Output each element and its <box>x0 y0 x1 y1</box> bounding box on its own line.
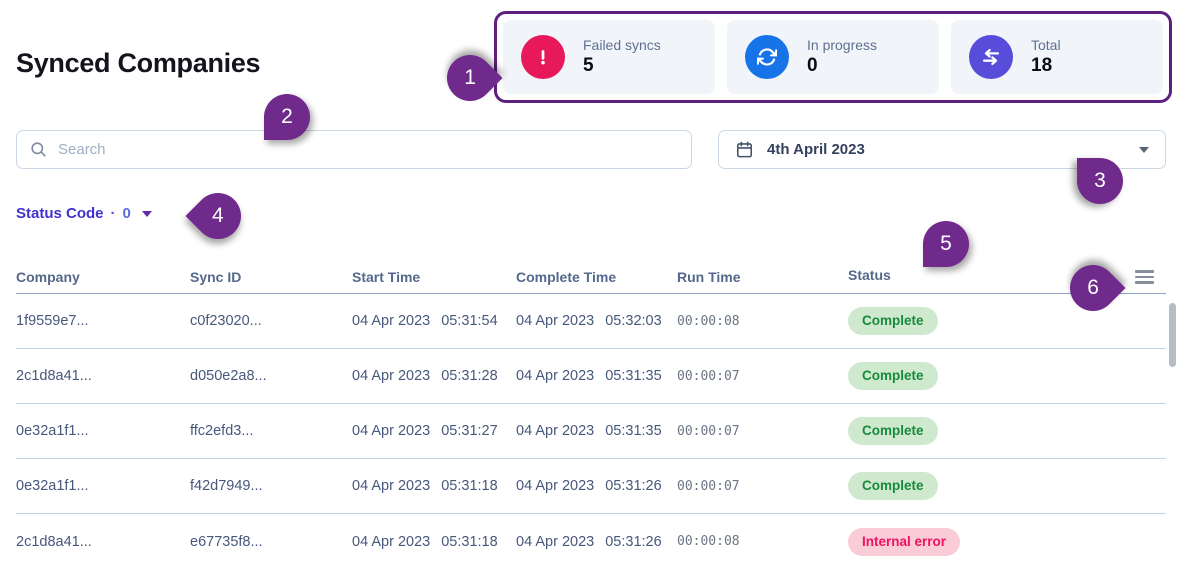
sync-id-cell: ffc2efd3... <box>190 423 254 439</box>
table-row: 2c1d8a41... d050e2a8... 04 Apr 2023 05:31… <box>16 349 1166 404</box>
annotation-marker-1: 1 <box>437 45 503 111</box>
failed-syncs-label: Failed syncs <box>583 37 661 53</box>
caret-down-icon <box>141 210 152 217</box>
status-code-filter-label: Status Code <box>16 205 104 222</box>
table-row: 0e32a1f1... ffc2efd3... 04 Apr 2023 05:31… <box>16 404 1166 459</box>
sync-icon <box>745 35 789 79</box>
annotation-marker-3: 3 <box>1077 158 1123 204</box>
sync-id-cell: e67735f8... <box>190 533 263 550</box>
sync-id-cell: c0f23020... <box>190 313 262 329</box>
total-card: Total 18 <box>951 20 1163 94</box>
status-badge: Internal error <box>848 527 961 556</box>
company-cell: 1f9559e7... <box>16 313 89 329</box>
sync-id-cell: f42d7949... <box>190 478 263 494</box>
menu-icon[interactable] <box>1135 267 1154 287</box>
table-header-row: Company Sync ID Start Time Complete Time… <box>16 261 1166 294</box>
status-badge: Complete <box>848 417 938 445</box>
start-time-cell: 04 Apr 2023 05:31:18 <box>352 478 498 494</box>
status-cell: Complete <box>848 417 1166 445</box>
start-time-cell: 04 Apr 2023 05:31:28 <box>352 368 498 384</box>
start-time-cell: 04 Apr 2023 05:31:27 <box>352 423 498 439</box>
status-badge: Complete <box>848 472 938 500</box>
table-row: 2c1d8a41... e67735f8... 04 Apr 2023 05:31… <box>16 514 1166 568</box>
vertical-scrollbar-thumb[interactable] <box>1169 303 1176 367</box>
transfer-arrows-icon <box>969 35 1013 79</box>
status-cell: Complete <box>848 472 1166 500</box>
status-code-filter[interactable]: Status Code · 0 <box>16 205 152 222</box>
sync-id-cell: d050e2a8... <box>190 368 267 384</box>
status-badge: Complete <box>848 362 938 390</box>
run-time-cell: 00:00:08 <box>677 534 740 549</box>
start-time-cell: 04 Apr 2023 05:31:54 <box>352 313 498 329</box>
company-cell: 0e32a1f1... <box>16 478 89 494</box>
status-code-filter-count: 0 <box>122 205 131 222</box>
failed-syncs-value: 5 <box>583 55 594 76</box>
synced-companies-page: Synced Companies Failed syncs 5 In progr… <box>0 0 1178 568</box>
status-badge: Complete <box>848 307 938 335</box>
run-time-cell: 00:00:08 <box>677 313 740 329</box>
caret-down-icon <box>1139 146 1149 153</box>
company-cell: 0e32a1f1... <box>16 423 89 439</box>
run-time-cell: 00:00:07 <box>677 478 740 494</box>
total-label: Total <box>1031 37 1061 53</box>
column-header-complete-time: Complete Time <box>516 269 617 285</box>
page-title: Synced Companies <box>16 48 261 78</box>
status-cell: Complete <box>848 362 1166 390</box>
start-time-cell: 04 Apr 2023 05:31:18 <box>352 533 498 550</box>
run-time-cell: 00:00:07 <box>677 423 740 439</box>
search-input[interactable] <box>58 141 679 158</box>
in-progress-card: In progress 0 <box>727 20 939 94</box>
column-header-run-time: Run Time <box>677 269 741 285</box>
stats-panel-annotation-outline: Failed syncs 5 In progress 0 Total 18 <box>494 11 1172 103</box>
complete-time-cell: 04 Apr 2023 05:32:03 <box>516 313 662 329</box>
company-cell: 2c1d8a41... <box>16 533 92 550</box>
status-cell: Internal error <box>848 527 1166 556</box>
annotation-marker-2: 2 <box>264 94 310 140</box>
alert-icon <box>521 35 565 79</box>
calendar-icon <box>735 140 754 159</box>
column-header-sync-id: Sync ID <box>190 269 242 285</box>
filter-separator-dot: · <box>110 205 116 222</box>
synced-companies-table: Company Sync ID Start Time Complete Time… <box>16 261 1166 568</box>
failed-syncs-card: Failed syncs 5 <box>503 20 715 94</box>
complete-time-cell: 04 Apr 2023 05:31:35 <box>516 423 662 439</box>
status-cell: Complete <box>848 307 1166 335</box>
table-row: 1f9559e7... c0f23020... 04 Apr 2023 05:31… <box>16 294 1166 349</box>
search-icon <box>29 140 48 159</box>
complete-time-cell: 04 Apr 2023 05:31:26 <box>516 478 662 494</box>
run-time-cell: 00:00:07 <box>677 368 740 384</box>
date-picker-value: 4th April 2023 <box>767 141 865 158</box>
column-header-company: Company <box>16 269 80 285</box>
in-progress-label: In progress <box>807 37 878 53</box>
annotation-marker-5: 5 <box>923 221 969 267</box>
complete-time-cell: 04 Apr 2023 05:31:26 <box>516 533 662 550</box>
annotation-marker-4: 4 <box>185 183 251 249</box>
complete-time-cell: 04 Apr 2023 05:31:35 <box>516 368 662 384</box>
table-body: 1f9559e7... c0f23020... 04 Apr 2023 05:31… <box>16 294 1166 568</box>
column-header-start-time: Start Time <box>352 269 421 285</box>
in-progress-value: 0 <box>807 55 818 76</box>
search-box[interactable] <box>16 130 692 169</box>
table-row: 0e32a1f1... f42d7949... 04 Apr 2023 05:31… <box>16 459 1166 514</box>
company-cell: 2c1d8a41... <box>16 368 92 384</box>
total-value: 18 <box>1031 55 1053 76</box>
